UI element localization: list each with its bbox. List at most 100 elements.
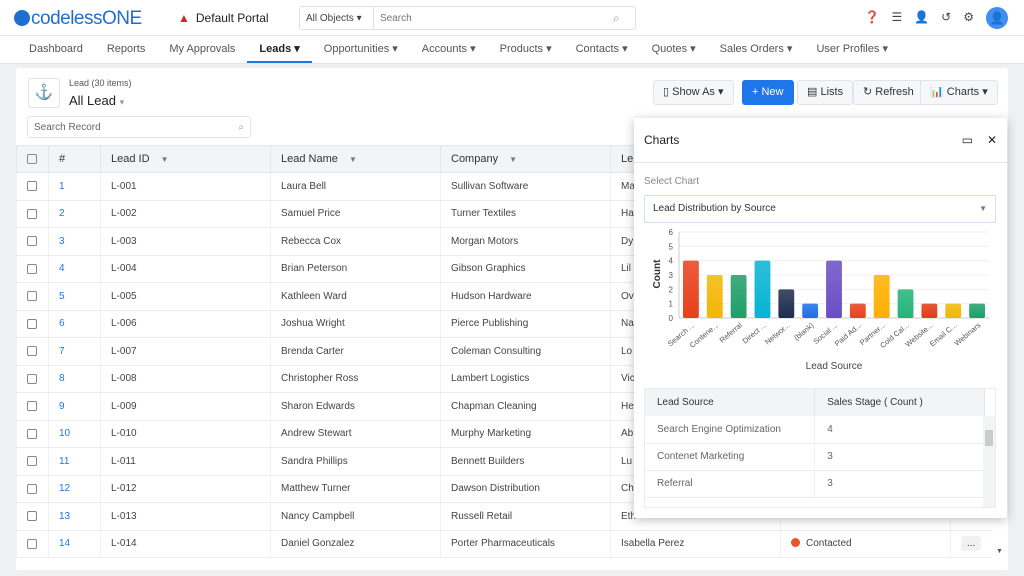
top-bar: codelessONE ▲ Default Portal All Objects …: [0, 0, 1024, 36]
user-avatar-icon[interactable]: 👤: [986, 7, 1008, 29]
nav-item[interactable]: Sales Orders ▾: [708, 36, 805, 63]
chart-select[interactable]: Lead Distribution by Source ▼: [644, 195, 996, 223]
cell: 12: [48, 475, 101, 503]
cell: L-008: [100, 365, 271, 393]
status-dot: [791, 538, 800, 548]
nav-item[interactable]: Products ▾: [488, 36, 564, 63]
cell: Sandra Phillips: [270, 447, 441, 476]
cell: 2: [48, 200, 101, 228]
y-tick-label: 6: [669, 228, 674, 237]
nav-item[interactable]: Dashboard: [17, 36, 95, 63]
cell: L-009: [100, 392, 271, 421]
nav-item[interactable]: Leads ▾: [247, 36, 312, 63]
nav-item[interactable]: Reports: [95, 36, 158, 63]
cell: Daniel Gonzalez: [270, 530, 441, 558]
scrollbar[interactable]: [983, 416, 995, 507]
cell: L-002: [100, 200, 271, 228]
cell: Isabella Perez: [610, 530, 781, 558]
nav-item[interactable]: Opportunities ▾: [312, 36, 410, 63]
bar: [730, 275, 747, 318]
row-checkbox[interactable]: [16, 447, 49, 476]
cell: 11: [48, 447, 101, 476]
show-as-button[interactable]: ▯ Show As ▾: [653, 80, 734, 105]
row-checkbox[interactable]: [16, 282, 49, 311]
nav-item[interactable]: User Profiles ▾: [804, 36, 900, 63]
cell: 3: [48, 227, 101, 256]
status-cell: Contacted: [780, 530, 951, 558]
search-input[interactable]: [374, 12, 613, 24]
select-all-checkbox[interactable]: [16, 145, 49, 173]
charts-button[interactable]: 📊 Charts ▾: [920, 80, 998, 105]
cell: L-006: [100, 310, 271, 338]
close-icon[interactable]: ✕: [987, 133, 997, 147]
nav-item[interactable]: Quotes ▾: [640, 36, 708, 63]
cell: 9: [48, 392, 101, 421]
cell: Morgan Motors: [440, 227, 611, 256]
row-checkbox[interactable]: [16, 502, 49, 531]
y-tick-label: 2: [669, 285, 674, 294]
cell: Porter Pharmaceuticals: [440, 530, 611, 558]
row-checkbox[interactable]: [16, 310, 49, 338]
new-button[interactable]: + New: [742, 80, 794, 105]
panel-title: Charts: [644, 133, 680, 147]
view-selector[interactable]: All Lead ▾: [69, 93, 124, 108]
table-row[interactable]: 14 L-014 Daniel Gonzalez Porter Pharmaceuti…: [16, 530, 992, 558]
portal-switcher[interactable]: ▲ Default Portal: [178, 11, 269, 25]
cell: Coleman Consulting: [440, 337, 611, 366]
col-lead-name[interactable]: Lead Name ▼: [270, 145, 441, 173]
search-scope-dropdown[interactable]: All Objects ▾: [300, 7, 374, 29]
logo[interactable]: codelessONE: [14, 8, 142, 30]
gear-icon[interactable]: ⚙: [963, 10, 974, 24]
y-tick-label: 4: [669, 257, 674, 266]
bar: [706, 275, 723, 318]
portal-icon: ▲: [178, 11, 190, 25]
x-tick-label: Networ...: [763, 321, 791, 347]
row-checkbox[interactable]: [16, 337, 49, 366]
database-icon[interactable]: ☰: [891, 10, 902, 24]
bar: [849, 303, 866, 318]
history-icon[interactable]: ↺: [941, 10, 951, 24]
row-checkbox[interactable]: [16, 392, 49, 421]
maximize-icon[interactable]: ▭: [962, 133, 973, 147]
row-checkbox[interactable]: [16, 227, 49, 256]
search-icon[interactable]: ⌕: [613, 11, 635, 26]
nav-item[interactable]: Contacts ▾: [564, 36, 640, 63]
row-checkbox[interactable]: [16, 365, 49, 393]
table-row: Search Engine Optimization 4: [645, 416, 985, 444]
search-icon: ⌕: [238, 121, 244, 133]
cell: Turner Textiles: [440, 200, 611, 228]
cell: Murphy Marketing: [440, 420, 611, 448]
charts-panel: Charts ▭ ✕ Select Chart Lead Distribution…: [634, 118, 1007, 518]
scroll-down-arrow[interactable]: ▼: [996, 548, 1003, 555]
select-chart-label: Select Chart: [644, 176, 700, 187]
row-checkbox[interactable]: [16, 172, 49, 201]
table-row: Referral 3: [645, 470, 985, 498]
row-checkbox[interactable]: [16, 420, 49, 448]
col-lead-id[interactable]: Lead ID ▼: [100, 145, 271, 173]
y-tick-label: 1: [669, 300, 674, 309]
row-checkbox[interactable]: [16, 200, 49, 228]
cell: L-011: [100, 447, 271, 476]
bar: [873, 275, 890, 318]
cell: Bennett Builders: [440, 447, 611, 476]
nav-item[interactable]: Accounts ▾: [410, 36, 488, 63]
cell: Pierce Publishing: [440, 310, 611, 338]
cell: 1: [48, 172, 101, 201]
search-record-input[interactable]: Search Record ⌕: [27, 116, 251, 138]
cell: Brenda Carter: [270, 337, 441, 366]
help-icon[interactable]: ❓: [865, 10, 880, 24]
refresh-button[interactable]: ↻ Refresh: [853, 80, 924, 105]
bar: [754, 260, 771, 318]
add-user-icon[interactable]: 👤: [914, 10, 929, 24]
cell: 4: [48, 255, 101, 283]
row-checkbox[interactable]: [16, 475, 49, 503]
row-checkbox[interactable]: [16, 530, 49, 558]
nav-item[interactable]: My Approvals: [157, 36, 247, 63]
row-checkbox[interactable]: [16, 255, 49, 283]
lists-button[interactable]: ▤ Lists: [797, 80, 854, 105]
cell: L-005: [100, 282, 271, 311]
col-company[interactable]: Company ▼: [440, 145, 611, 173]
cell: Christopher Ross: [270, 365, 441, 393]
cell: 14: [48, 530, 101, 558]
row-actions[interactable]: ...: [950, 530, 992, 558]
